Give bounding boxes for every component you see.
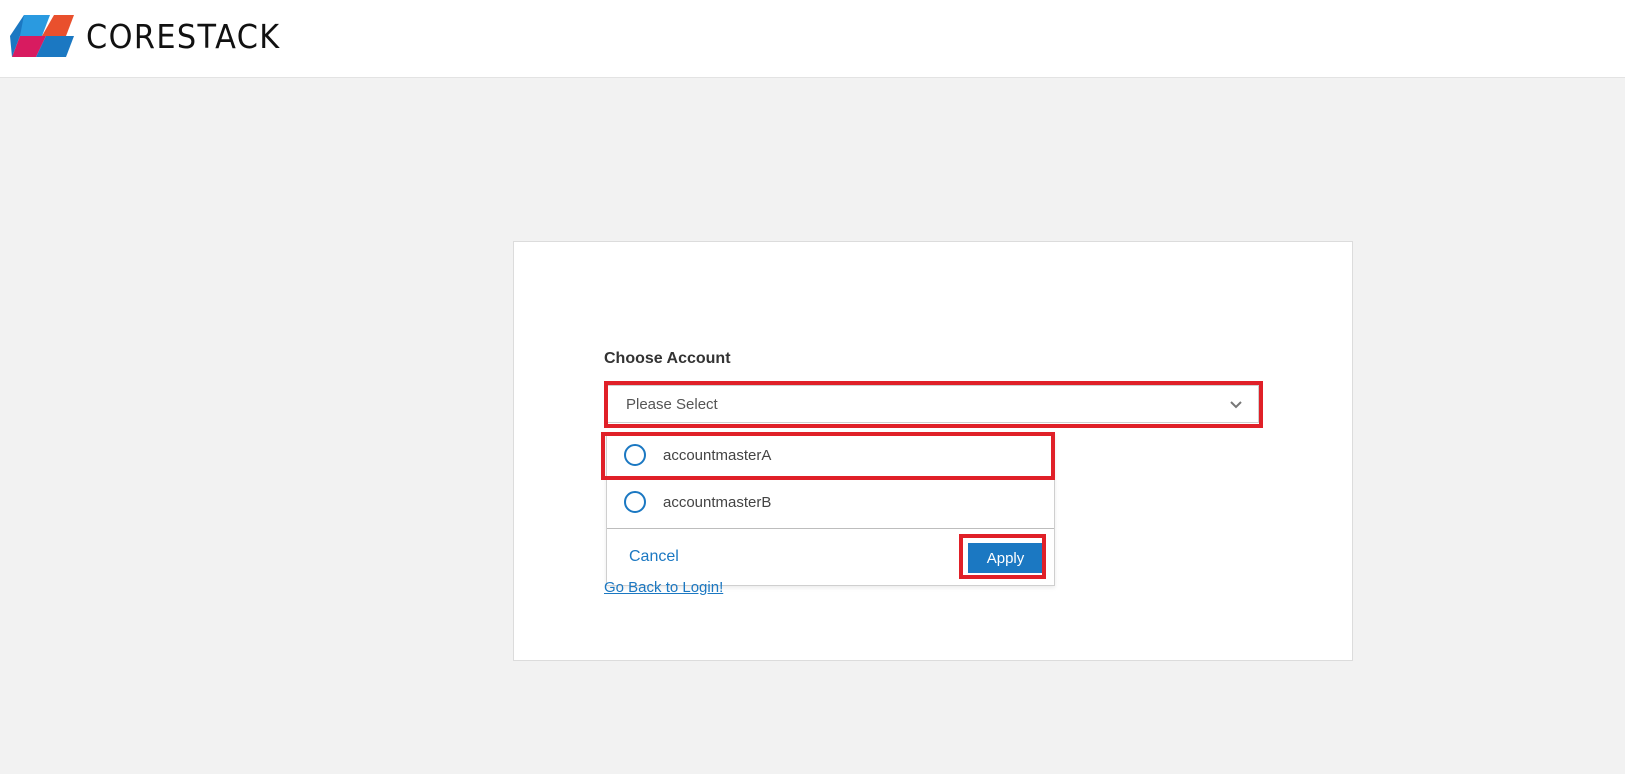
apply-button[interactable]: Apply	[968, 543, 1043, 573]
option-label: accountmasterB	[663, 494, 772, 511]
radio-icon[interactable]	[624, 491, 646, 513]
option-accountmaster-b[interactable]: accountmasterB	[607, 481, 1054, 525]
option-accountmaster-a[interactable]: accountmasterA	[607, 434, 1054, 478]
account-select[interactable]: Please Select	[607, 385, 1259, 423]
select-value: Please Select	[626, 396, 718, 413]
back-to-login-link[interactable]: Go Back to Login!	[604, 579, 723, 596]
choose-account-label: Choose Account	[604, 350, 731, 367]
brand-logo[interactable]: CORESTACK	[10, 14, 298, 58]
top-header: CORESTACK	[0, 0, 1625, 78]
chevron-down-icon	[1230, 401, 1242, 409]
radio-icon[interactable]	[624, 444, 646, 466]
corestack-logo-icon	[10, 15, 74, 57]
dropdown-divider	[607, 528, 1054, 529]
cancel-button[interactable]: Cancel	[629, 548, 679, 566]
brand-name: CORESTACK	[86, 16, 281, 56]
account-dropdown: accountmasterA accountmasterB Cancel App…	[606, 432, 1055, 586]
option-label: accountmasterA	[663, 447, 772, 464]
